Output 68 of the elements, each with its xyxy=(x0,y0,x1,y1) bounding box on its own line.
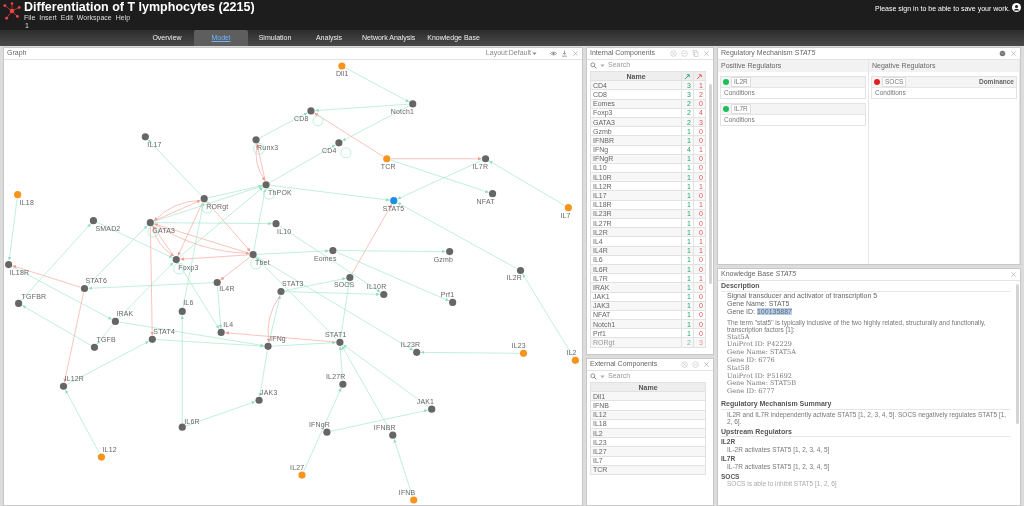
search-icon[interactable] xyxy=(590,62,597,69)
caret-icon xyxy=(531,50,538,57)
graph-node[interactable] xyxy=(217,328,225,336)
user-icon[interactable] xyxy=(1012,3,1021,12)
graph-node[interactable] xyxy=(200,195,208,203)
close-icon xyxy=(572,50,579,57)
graph-node[interactable] xyxy=(148,335,156,343)
graph-node[interactable] xyxy=(519,349,528,357)
graph-node[interactable] xyxy=(14,191,22,199)
graph-node[interactable] xyxy=(172,255,180,264)
graph-node[interactable] xyxy=(298,471,306,479)
graph-node[interactable] xyxy=(336,338,344,346)
graph-node[interactable] xyxy=(15,299,23,308)
graph-node[interactable] xyxy=(380,290,388,299)
graph-node[interactable] xyxy=(80,284,89,293)
graph-node[interactable] xyxy=(249,250,257,259)
graph-node[interactable] xyxy=(252,136,260,144)
graph-node[interactable] xyxy=(307,107,315,115)
search-icon[interactable] xyxy=(590,373,597,380)
globe-icon[interactable] xyxy=(999,50,1006,57)
graph-node[interactable] xyxy=(446,248,454,256)
graph-node[interactable] xyxy=(264,342,272,350)
graph-node[interactable] xyxy=(449,298,457,307)
graph-node[interactable] xyxy=(5,260,13,269)
self-loop-edge xyxy=(312,115,324,127)
graph-node[interactable] xyxy=(390,197,398,205)
inhibition-sort-icon[interactable] xyxy=(696,72,703,80)
graph-node[interactable] xyxy=(255,396,263,404)
scrollbar[interactable] xyxy=(709,84,712,284)
graph-node[interactable] xyxy=(409,100,417,108)
graph-node[interactable] xyxy=(141,133,149,141)
graph-node[interactable] xyxy=(346,273,354,282)
app-title: Differentiation of T lymphocytes (2215) xyxy=(24,1,255,14)
graph-node[interactable] xyxy=(262,181,270,189)
graph-node[interactable] xyxy=(178,423,186,431)
graph-node[interactable] xyxy=(413,348,421,356)
graph-node[interactable] xyxy=(323,428,331,436)
graph-node[interactable] xyxy=(482,155,490,163)
graph-node[interactable] xyxy=(277,287,285,296)
close-icon xyxy=(703,50,710,57)
close-icon xyxy=(703,361,710,368)
graph-node[interactable] xyxy=(516,266,525,275)
graph-node[interactable] xyxy=(335,139,343,147)
graph-node[interactable] xyxy=(272,220,280,228)
graph-node[interactable] xyxy=(178,307,186,316)
graph-node[interactable] xyxy=(428,405,436,413)
graph-node[interactable] xyxy=(329,247,337,255)
graph-node[interactable] xyxy=(338,62,346,70)
self-loop-edge xyxy=(340,147,352,159)
graph-node[interactable] xyxy=(146,219,154,227)
graph-node[interactable] xyxy=(571,356,579,364)
graph-node[interactable] xyxy=(339,380,347,388)
graph-node[interactable] xyxy=(59,382,68,390)
graph-node[interactable] xyxy=(111,317,119,325)
scrollbar[interactable] xyxy=(1016,284,1019,424)
close-icon xyxy=(1010,271,1017,278)
graph-node[interactable] xyxy=(488,190,497,198)
graph-node[interactable] xyxy=(89,217,98,225)
graph-node[interactable] xyxy=(97,453,105,461)
download-icon[interactable] xyxy=(561,50,568,57)
graph-node[interactable] xyxy=(383,155,391,163)
graph-node[interactable] xyxy=(389,431,397,439)
graph-node[interactable] xyxy=(213,278,221,287)
network-logo-icon xyxy=(3,2,21,20)
graph-node[interactable] xyxy=(564,204,572,212)
graph-node[interactable] xyxy=(90,343,99,351)
close-icon xyxy=(1010,50,1017,57)
graph-node[interactable] xyxy=(410,496,418,504)
